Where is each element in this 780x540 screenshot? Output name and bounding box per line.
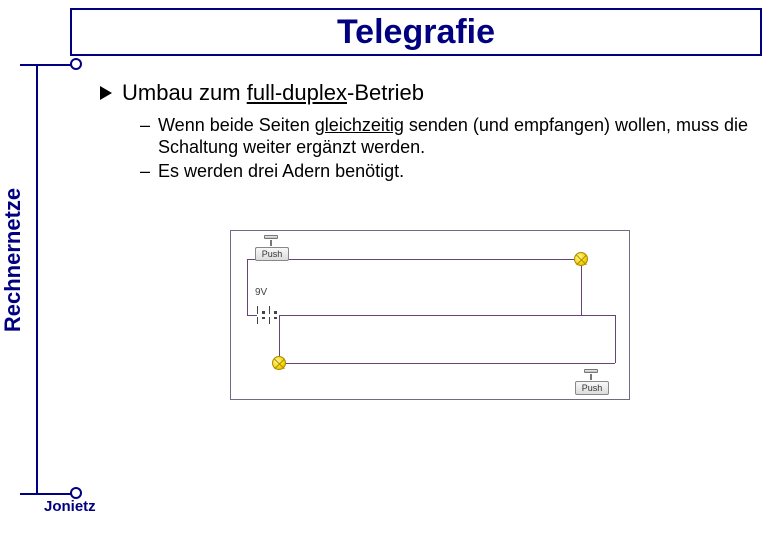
push-stem-icon bbox=[590, 374, 592, 380]
footer-author: Jonietz bbox=[44, 498, 96, 515]
wire bbox=[247, 315, 615, 316]
side-rail bbox=[36, 64, 38, 494]
bullet-main: Umbau zum full-duplex-Betrieb bbox=[100, 80, 750, 106]
sub-pre: Wenn beide Seiten bbox=[158, 115, 315, 135]
push-cap-icon bbox=[584, 369, 598, 373]
dash-icon: – bbox=[140, 114, 150, 136]
wire bbox=[615, 315, 616, 363]
sub-text: Wenn beide Seiten gleichzeitig senden (u… bbox=[158, 114, 750, 158]
sub-item: – Es werden drei Adern benötigt. bbox=[140, 160, 750, 182]
sub-pre: Es werden drei Adern benötigt. bbox=[158, 161, 404, 181]
content-area: Umbau zum full-duplex-Betrieb – Wenn bei… bbox=[100, 80, 750, 184]
push-button-left: Push bbox=[255, 247, 289, 261]
wire bbox=[247, 315, 257, 316]
page-title: Telegrafie bbox=[337, 13, 495, 52]
dash-icon: – bbox=[140, 160, 150, 182]
lamp-icon bbox=[272, 356, 286, 370]
bullet-text: Umbau zum full-duplex-Betrieb bbox=[122, 80, 424, 106]
push-button-right: Push bbox=[575, 381, 609, 395]
wire bbox=[581, 259, 582, 315]
bullet-underlined: full-duplex bbox=[247, 80, 347, 105]
sub-list: – Wenn beide Seiten gleichzeitig senden … bbox=[140, 114, 750, 182]
rail-node-top bbox=[70, 58, 82, 70]
side-label-text: Rechnernetze bbox=[0, 188, 26, 332]
wire bbox=[279, 363, 615, 364]
push-cap-icon bbox=[264, 235, 278, 239]
wire bbox=[247, 259, 581, 260]
sub-item: – Wenn beide Seiten gleichzeitig senden … bbox=[140, 114, 750, 158]
push-stem-icon bbox=[270, 240, 272, 246]
bullet-arrow-icon bbox=[100, 86, 112, 100]
circuit-diagram: Push Push 9V bbox=[230, 230, 630, 400]
lamp-icon bbox=[574, 252, 588, 266]
bullet-suffix: -Betrieb bbox=[347, 80, 424, 105]
wire bbox=[247, 259, 248, 315]
sub-text: Es werden drei Adern benötigt. bbox=[158, 160, 404, 182]
sub-underlined: gleichzeitig bbox=[315, 115, 404, 135]
battery-label: 9V bbox=[255, 287, 267, 298]
bullet-prefix: Umbau zum bbox=[122, 80, 247, 105]
title-box: Telegrafie bbox=[70, 8, 762, 56]
side-label: Rechnernetze bbox=[0, 116, 26, 260]
